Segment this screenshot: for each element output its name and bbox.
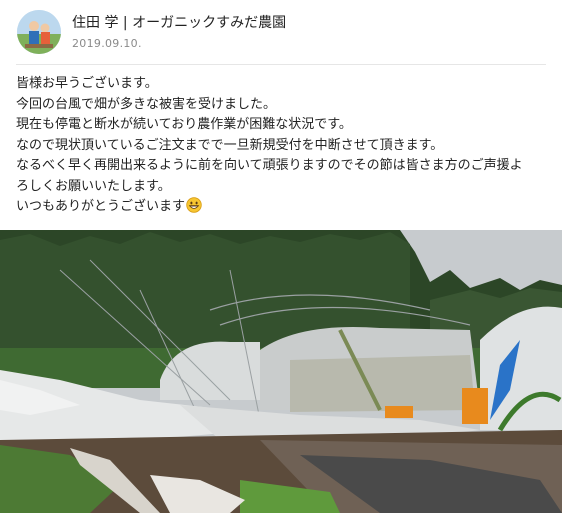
- text-line: ろしくお願いいたします。: [16, 178, 171, 194]
- text-line: なるべく早く再開出来るように前を向いて頑張りますのでその節は皆さま方のご声援よ: [16, 158, 523, 173]
- text-line: 皆様お早うございます。: [16, 76, 158, 91]
- text-line: いつもありがとうございます: [16, 199, 186, 214]
- damaged-greenhouse-photo-icon: [0, 230, 562, 513]
- text-line: 現在も停電と断水が続いており農作業が困難な状況です。: [16, 117, 352, 132]
- post-card: 住田 学 | オーガニックすみだ農園 2019.09.10. 皆様お早うございま…: [0, 0, 562, 513]
- post-photo[interactable]: [0, 230, 562, 513]
- text-line: 今回の台風で畑が多きな被害を受けました。: [16, 96, 277, 112]
- author-name[interactable]: 住田 学 | オーガニックすみだ農園: [72, 12, 286, 32]
- text-line-last: いつもありがとうございます: [16, 197, 552, 221]
- post-text: 皆様お早うございます。 今回の台風で畑が多きな被害を受けました。 現在も停電と断…: [16, 74, 552, 221]
- header-divider: [16, 64, 546, 65]
- grinning-face-emoji-icon: [186, 197, 202, 221]
- text-line: なので現状頂いているご注文までで一旦新規受付を中断させて頂きます。: [16, 137, 444, 153]
- author-avatar[interactable]: [17, 10, 61, 54]
- post-header: 住田 学 | オーガニックすみだ農園 2019.09.10.: [0, 0, 562, 64]
- avatar-image: [17, 10, 61, 54]
- post-date: 2019.09.10.: [72, 37, 142, 50]
